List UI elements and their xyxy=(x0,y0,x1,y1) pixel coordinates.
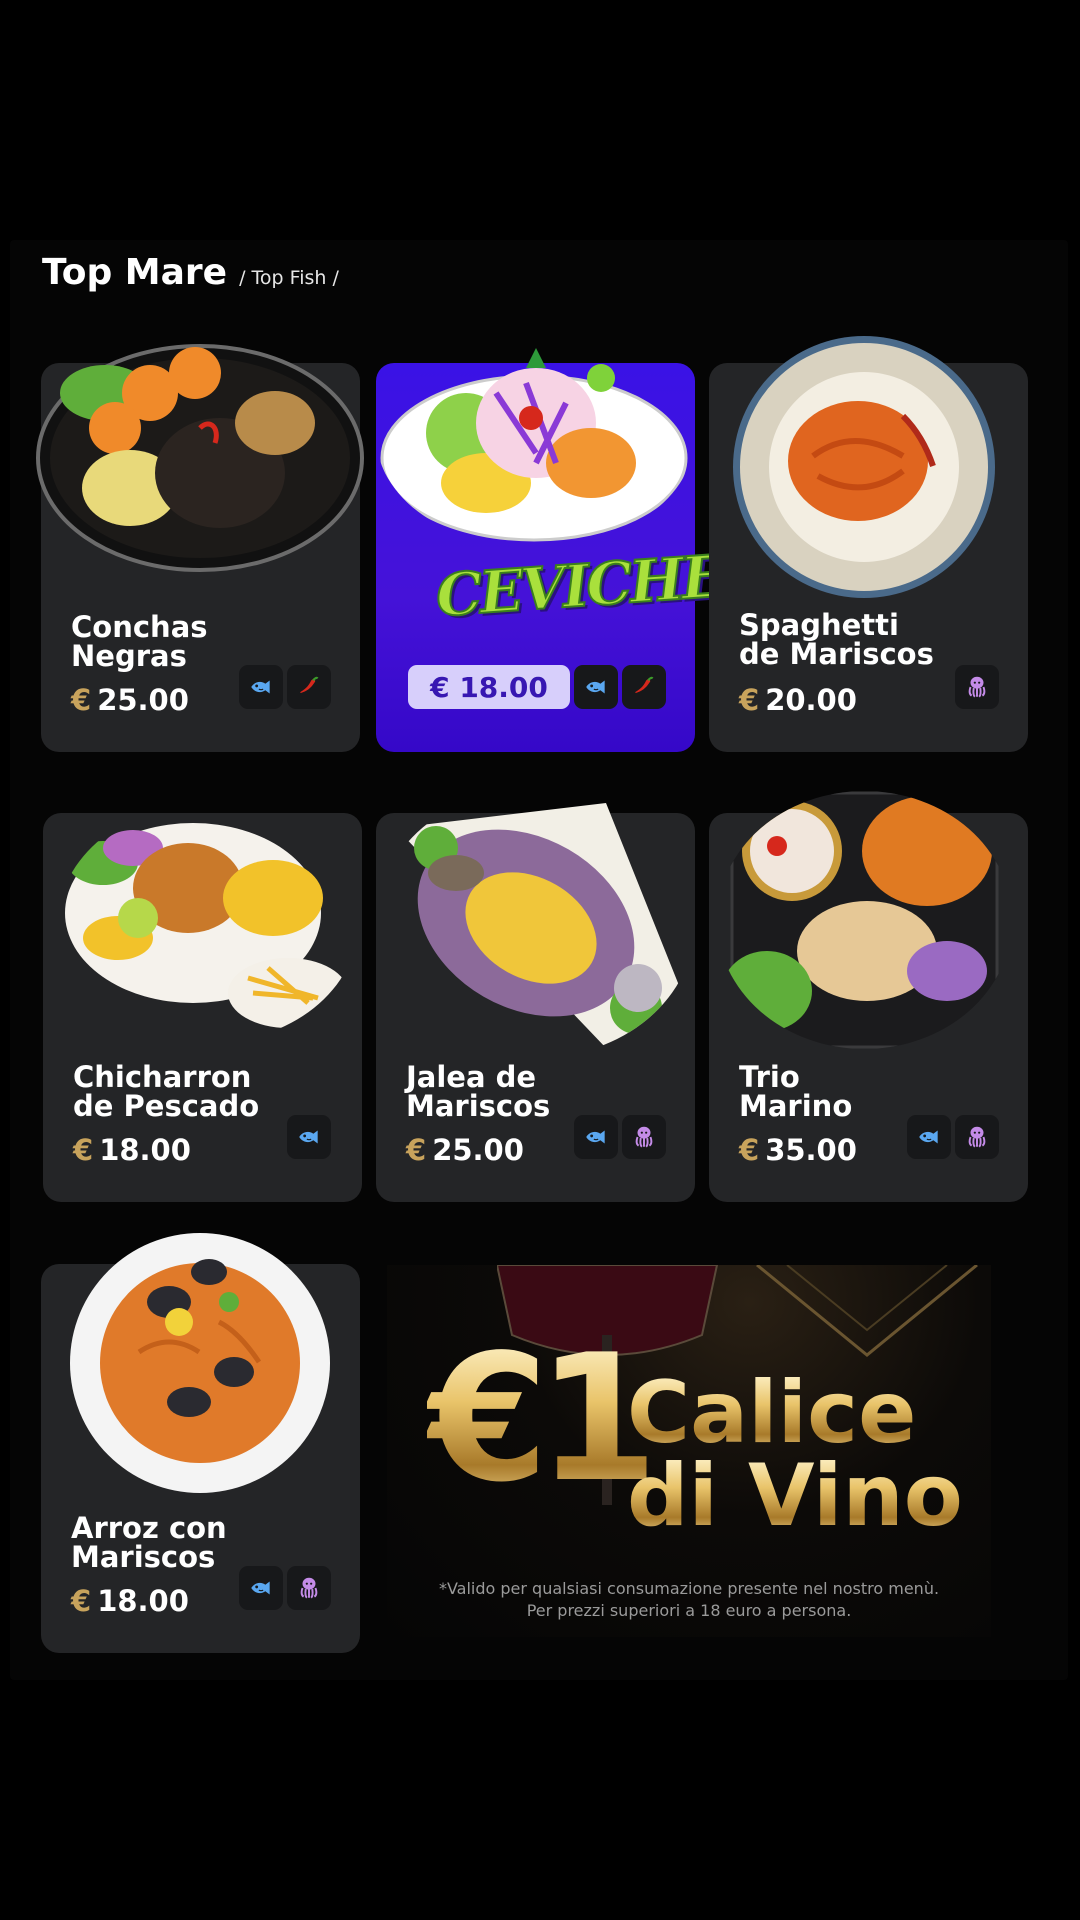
item-price: €20.00 xyxy=(739,683,857,717)
item-name-line1: Arroz con xyxy=(71,1511,227,1545)
item-name-line2: Marino xyxy=(739,1089,853,1123)
octopus-icon xyxy=(955,665,999,709)
item-name-line2: de Pescado xyxy=(73,1089,260,1123)
currency-symbol: € xyxy=(73,1133,94,1167)
currency-symbol: € xyxy=(71,683,92,717)
price-value: 20.00 xyxy=(765,683,857,717)
chili-icon xyxy=(622,665,666,709)
fish-icon xyxy=(287,1115,331,1159)
item-name-line1: Trio xyxy=(739,1060,800,1094)
dish-image xyxy=(722,791,999,1049)
fish-icon xyxy=(907,1115,951,1159)
chili-icon xyxy=(287,665,331,709)
fish-icon xyxy=(239,665,283,709)
item-name-line2: Negras xyxy=(71,639,187,673)
ceviche-logo: CEVICHE xyxy=(433,541,726,631)
promo-line2: di Vino xyxy=(627,1446,963,1546)
item-price: €18.00 xyxy=(73,1133,191,1167)
item-name-line1: Spaghetti xyxy=(739,608,899,642)
dish-image xyxy=(396,803,686,1048)
menu-item-trio-marino[interactable]: Trio Marino €35.00 xyxy=(709,791,1028,1202)
item-name-line1: Chicharron xyxy=(73,1060,252,1094)
item-name-line2: Mariscos xyxy=(71,1540,216,1574)
section-heading: Top Mare / Top Fish / xyxy=(42,252,339,293)
menu-item-chicharron-de-pescado[interactable]: Chicharron de Pescado €18.00 xyxy=(43,813,362,1202)
promo-note-line1: *Valido per qualsiasi consumazione prese… xyxy=(438,1579,940,1598)
item-price: €18.00 xyxy=(71,1584,189,1618)
menu-item-spaghetti-de-mariscos[interactable]: Spaghetti de Mariscos €20.00 xyxy=(709,336,1028,752)
item-name-line1: Jalea de xyxy=(406,1060,537,1094)
currency-symbol: € xyxy=(406,1133,427,1167)
menu-item-jalea-de-mariscos[interactable]: Jalea de Mariscos €25.00 xyxy=(376,803,695,1202)
promo-line1: Calice xyxy=(627,1363,917,1463)
dish-image xyxy=(733,336,995,598)
currency-symbol: € xyxy=(71,1584,92,1618)
item-price: €25.00 xyxy=(406,1133,524,1167)
octopus-icon xyxy=(622,1115,666,1159)
section-subtitle: / Top Fish / xyxy=(239,267,339,289)
item-price: €35.00 xyxy=(739,1133,857,1167)
item-name-line2: de Mariscos xyxy=(739,637,934,671)
wine-promo-banner: €1 Calice di Vino *Valido per qualsiasi … xyxy=(387,1265,991,1637)
fish-icon xyxy=(574,1115,618,1159)
fish-icon xyxy=(574,665,618,709)
price-value: 25.00 xyxy=(432,1133,524,1167)
octopus-icon xyxy=(955,1115,999,1159)
menu-item-arroz-con-mariscos[interactable]: Arroz con Mariscos €18.00 xyxy=(41,1233,360,1653)
item-name-line1: Conchas xyxy=(71,610,208,644)
price-value: 18.00 xyxy=(99,1133,191,1167)
dish-image xyxy=(70,1233,330,1493)
item-name-line2: Mariscos xyxy=(406,1089,551,1123)
price-value: 25.00 xyxy=(97,683,189,717)
dish-image xyxy=(36,344,364,572)
item-price: € 18.00 xyxy=(408,665,570,709)
currency-symbol: € xyxy=(739,1133,760,1167)
price-value: 18.00 xyxy=(97,1584,189,1618)
dish-image xyxy=(65,823,348,1028)
octopus-icon xyxy=(287,1566,331,1610)
price-value: 35.00 xyxy=(765,1133,857,1167)
dish-image xyxy=(380,348,688,542)
section-title: Top Mare xyxy=(42,252,228,293)
promo-amount: €1 xyxy=(427,1318,659,1521)
menu-item-ceviche[interactable]: CEVICHE € 18.00 xyxy=(376,348,726,752)
menu-item-conchas-negras[interactable]: Conchas Negras €25.00 xyxy=(36,344,364,752)
promo-note-line2: Per prezzi superiori a 18 euro a persona… xyxy=(526,1601,852,1620)
currency-symbol: € xyxy=(739,683,760,717)
fish-icon xyxy=(239,1566,283,1610)
item-price: €25.00 xyxy=(71,683,189,717)
